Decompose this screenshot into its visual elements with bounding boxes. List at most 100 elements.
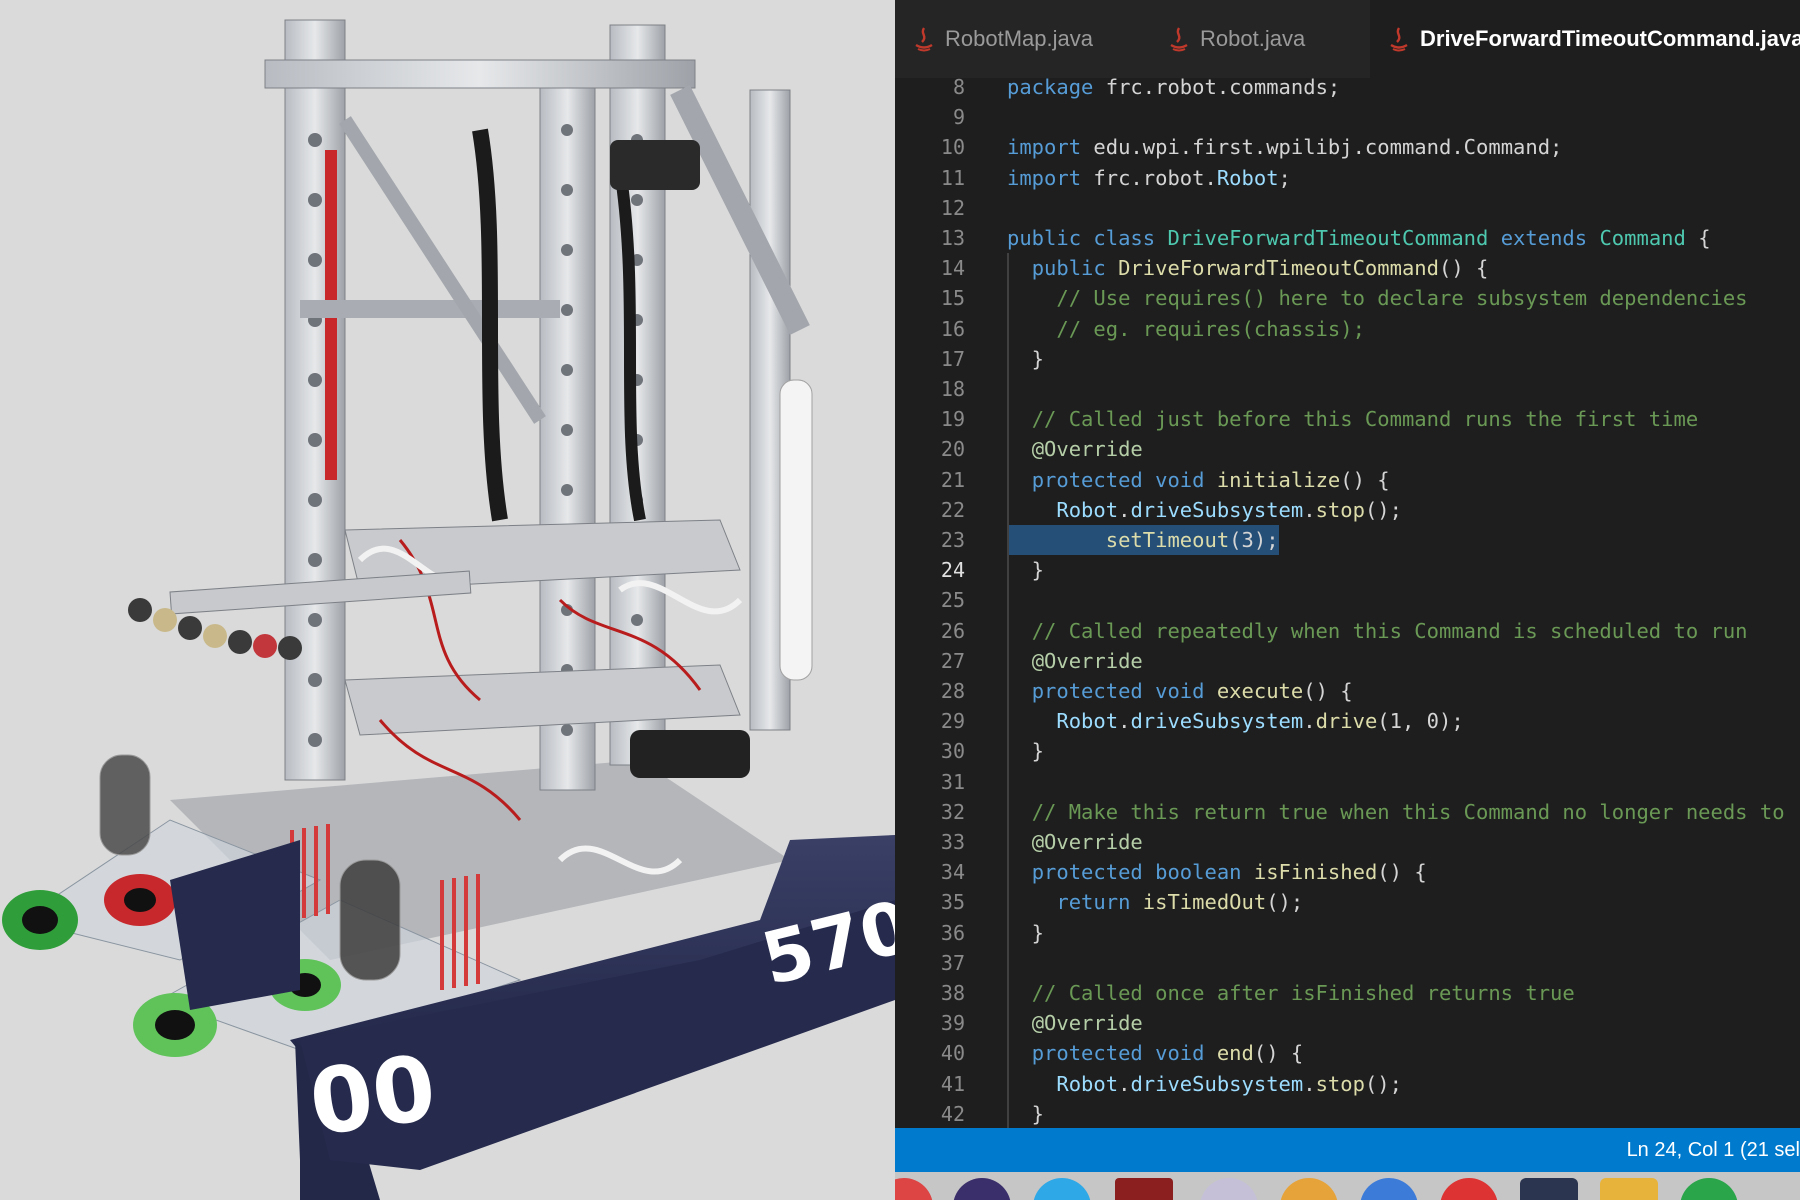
dock-app-icon[interactable] [1200,1178,1258,1200]
dock-app-icon[interactable] [1360,1178,1418,1200]
code-line[interactable]: 11 import frc.robot.Robot; [895,163,1800,193]
line-number: 16 [940,316,965,341]
code-line[interactable]: 32 // Make this return true when this Co… [895,797,1800,827]
inner-brace [339,116,546,424]
line-number: 35 [940,890,965,915]
dock-app-icon[interactable] [895,1178,933,1200]
code-line[interactable]: 34 protected boolean isFinished() { [895,857,1800,887]
code-line[interactable]: 33 @Override [895,827,1800,857]
line-number: 32 [940,799,965,824]
line-text: public DriveForwardTimeoutCommand() { [1031,256,1489,281]
tab-label: RobotMap.java [945,26,1093,51]
dock-app-icon[interactable] [1115,1178,1173,1200]
code-line[interactable]: 36 } [895,918,1800,948]
line-text: } [1007,1101,1045,1126]
line-number: 42 [940,1101,965,1126]
java-file-icon [913,26,935,52]
tab-robotmap[interactable]: RobotMap.java [895,0,1150,78]
code-line[interactable]: 28 protected void execute() { [895,676,1800,706]
line-text: // Called repeatedly when this Command i… [1031,618,1748,643]
line-number: 34 [940,860,965,885]
line-number: 36 [940,920,965,945]
code-line[interactable]: 35 return isTimedOut(); [895,887,1800,917]
code-line[interactable]: 30 } [895,736,1800,766]
line-text: protected void initialize() { [1031,467,1390,492]
line-text: } [1007,346,1045,371]
code-line[interactable]: 25 [895,585,1800,615]
pneumatic-cylinder [779,379,813,681]
code-line[interactable]: 17 } [895,344,1800,374]
line-text: // Make this return true when this Comma… [1031,799,1800,824]
robot-illustration: 5700 00 [2,19,895,1200]
jar-right [339,859,401,981]
code-line[interactable]: 37 [895,948,1800,978]
code-area[interactable]: 8 package frc.robot.commands; 9 10 import ed… [895,72,1800,1129]
line-number: 41 [940,1071,965,1096]
code-line[interactable]: 41 Robot.driveSubsystem.stop(); [895,1069,1800,1099]
code-line[interactable]: 31 [895,767,1800,797]
line-number: 24 [940,558,965,583]
motor [630,730,750,778]
tab-label: DriveForwardTimeoutCommand.java [1420,26,1800,51]
line-number: 9 [952,105,965,130]
line-text: protected void execute() { [1031,679,1353,703]
dock-app-icon[interactable] [1033,1178,1091,1200]
code-line[interactable]: 20 @Override [895,434,1800,464]
line-text: Robot.driveSubsystem.drive(1, 0); [1056,709,1464,734]
dock-app-icon[interactable] [1440,1178,1498,1200]
code-line[interactable]: 8 package frc.robot.commands; [895,72,1800,102]
line-number: 27 [940,648,965,673]
selected-text: setTimeout(3); [1007,525,1279,555]
code-line[interactable]: 19 // Called just before this Command ru… [895,404,1800,434]
code-line[interactable]: 12 [895,193,1800,223]
line-number: 40 [940,1041,965,1066]
tab-robot[interactable]: Robot.java [1150,0,1365,78]
code-line[interactable]: 13 public class DriveForwardTimeoutComman… [895,223,1800,253]
java-file-icon [1168,26,1190,52]
dock-app-icon[interactable] [1680,1178,1738,1200]
code-line[interactable]: 22 Robot.driveSubsystem.stop(); [895,495,1800,525]
code-line[interactable]: 26 // Called repeatedly when this Comman… [895,616,1800,646]
crossbar-mid [300,300,560,318]
cable-chain [472,128,508,522]
top-motor [610,140,700,190]
code-line[interactable]: 39 @Override [895,1008,1800,1038]
dock-app-icon[interactable] [953,1178,1011,1200]
line-text: Robot.driveSubsystem.stop(); [1056,497,1402,522]
line-number: 28 [940,679,965,703]
code-line[interactable]: 27 @Override [895,646,1800,676]
tab-driveforwardtimeoutcommand[interactable]: DriveForwardTimeoutCommand.java [1370,0,1800,78]
code-line[interactable]: 21 protected void initialize() { [895,465,1800,495]
line-text: } [1007,739,1045,764]
code-line[interactable]: 14 public DriveForwardTimeoutCommand() { [895,253,1800,283]
line-number: 22 [940,497,965,522]
code-line[interactable]: 16 // eg. requires(chassis); [895,314,1800,344]
line-number: 33 [940,830,965,854]
line-number: 30 [940,739,965,764]
code-line[interactable]: 18 [895,374,1800,404]
dock-app-icon[interactable] [1600,1178,1658,1200]
line-number: 39 [940,1011,965,1036]
shelf-lower [344,664,741,736]
code-line[interactable]: 10 import edu.wpi.first.wpilibj.command.C… [895,132,1800,162]
line-number: 37 [940,950,965,975]
dock-app-icon[interactable] [1520,1178,1578,1200]
code-line[interactable]: 23 setTimeout(3); [895,525,1800,555]
cursor-position[interactable]: Ln 24, Col 1 (21 sel [1627,1128,1800,1172]
code-line[interactable]: 42 } [895,1099,1800,1129]
line-number: 10 [940,135,965,160]
line-number: 29 [940,709,965,734]
code-line[interactable]: 15 // Use requires() here to declare sub… [895,283,1800,313]
line-number: 12 [940,195,965,220]
line-number: 14 [940,256,965,281]
line-text: return isTimedOut(); [1056,890,1304,915]
dock-app-icon[interactable] [1280,1178,1338,1200]
line-text: package frc.robot.commands; [1007,75,1341,99]
code-line[interactable]: 38 // Called once after isFinished retur… [895,978,1800,1008]
code-line[interactable]: 9 [895,102,1800,132]
code-line[interactable]: 29 Robot.driveSubsystem.drive(1, 0); [895,706,1800,736]
line-number: 15 [940,286,965,311]
code-line[interactable]: 40 protected void end() { [895,1038,1800,1068]
code-line[interactable]: 24 } [895,555,1800,586]
line-text: // eg. requires(chassis); [1056,316,1365,341]
